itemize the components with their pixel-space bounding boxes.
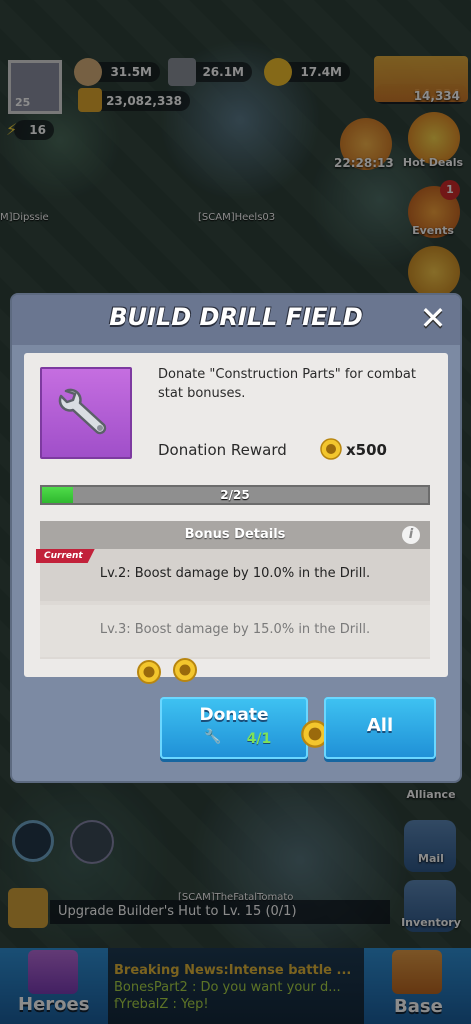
bonus-details: Bonus Details i Lv.2: Boost damage by 10…	[36, 521, 430, 659]
donation-description: Donate "Construction Parts" for combat s…	[158, 367, 416, 401]
dialog-title: BUILD DRILL FIELD	[109, 303, 363, 331]
donate-button[interactable]: Donate 🔧 4/1	[160, 697, 308, 759]
bonus-row-text: Lv.3: Boost damage by 15.0% in the Drill…	[99, 622, 371, 637]
donate-all-button[interactable]: All	[324, 697, 436, 759]
item-icon-box	[40, 367, 132, 459]
bonus-row-current: Lv.2: Boost damage by 10.0% in the Drill…	[40, 549, 430, 601]
all-label: All	[366, 715, 394, 736]
current-tag: Current	[36, 549, 95, 563]
progress-text: 2/25	[220, 488, 250, 502]
bonus-header: Bonus Details i	[40, 521, 430, 549]
info-icon[interactable]: i	[402, 526, 420, 544]
donate-cost: 4/1	[246, 731, 272, 747]
donation-progress-bar: 2/25	[40, 485, 430, 505]
wrench-icon	[58, 388, 107, 435]
bonus-row-next: Lv.3: Boost damage by 15.0% in the Drill…	[40, 605, 430, 657]
donate-dialog: BUILD DRILL FIELD ✕ Donate "Construction…	[12, 295, 460, 781]
alliance-coin-icon	[173, 658, 197, 682]
donate-label: Donate	[199, 705, 269, 725]
dialog-panel: Donate "Construction Parts" for combat s…	[24, 353, 448, 677]
alliance-coin-icon	[320, 438, 342, 460]
donation-reward-value: x500	[346, 441, 387, 459]
alliance-coin-icon	[137, 660, 161, 684]
bonus-title: Bonus Details	[184, 527, 286, 542]
bonus-row-text: Lv.2: Boost damage by 10.0% in the Drill…	[99, 566, 371, 581]
close-button[interactable]: ✕	[418, 302, 448, 334]
donation-reward-label: Donation Reward	[158, 441, 287, 459]
